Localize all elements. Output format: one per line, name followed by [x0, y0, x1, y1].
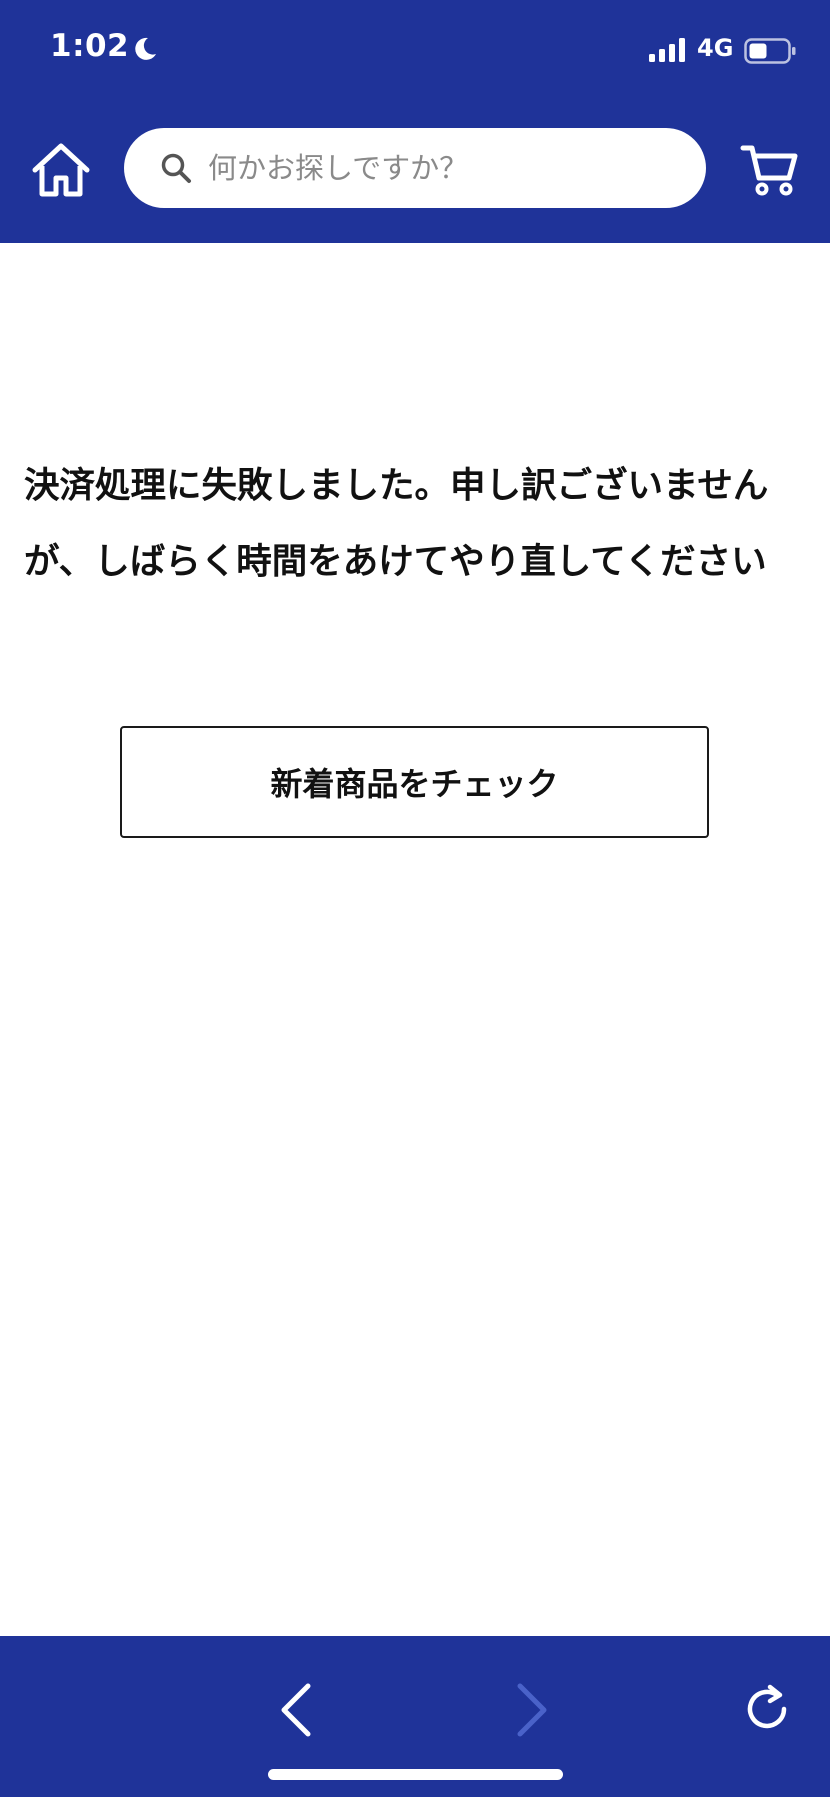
battery-icon — [744, 38, 796, 64]
status-time: 1:02 — [50, 28, 130, 64]
network-type-label: 4G — [697, 34, 734, 62]
search-icon — [161, 153, 191, 183]
home-icon[interactable] — [30, 140, 92, 202]
back-icon[interactable] — [274, 1680, 318, 1740]
search-bar[interactable] — [124, 128, 706, 208]
moon-icon — [135, 37, 156, 60]
cart-icon[interactable] — [740, 140, 798, 198]
home-indicator — [268, 1769, 563, 1780]
search-input[interactable] — [208, 128, 678, 208]
payment-error-message: 決済処理に失敗しました。申し訳ございませんが、しばらく時間をあけてやり直してくだ… — [24, 465, 769, 582]
forward-icon[interactable] — [510, 1680, 554, 1740]
check-new-items-button[interactable]: 新着商品をチェック — [120, 726, 709, 838]
header-bar — [0, 100, 830, 243]
status-bar: 1:02 4G — [0, 0, 830, 100]
browser-bottom-toolbar — [0, 1636, 830, 1797]
top-header-area: 1:02 4G — [0, 0, 830, 243]
reload-icon[interactable] — [740, 1682, 794, 1736]
signal-icon — [649, 38, 685, 62]
